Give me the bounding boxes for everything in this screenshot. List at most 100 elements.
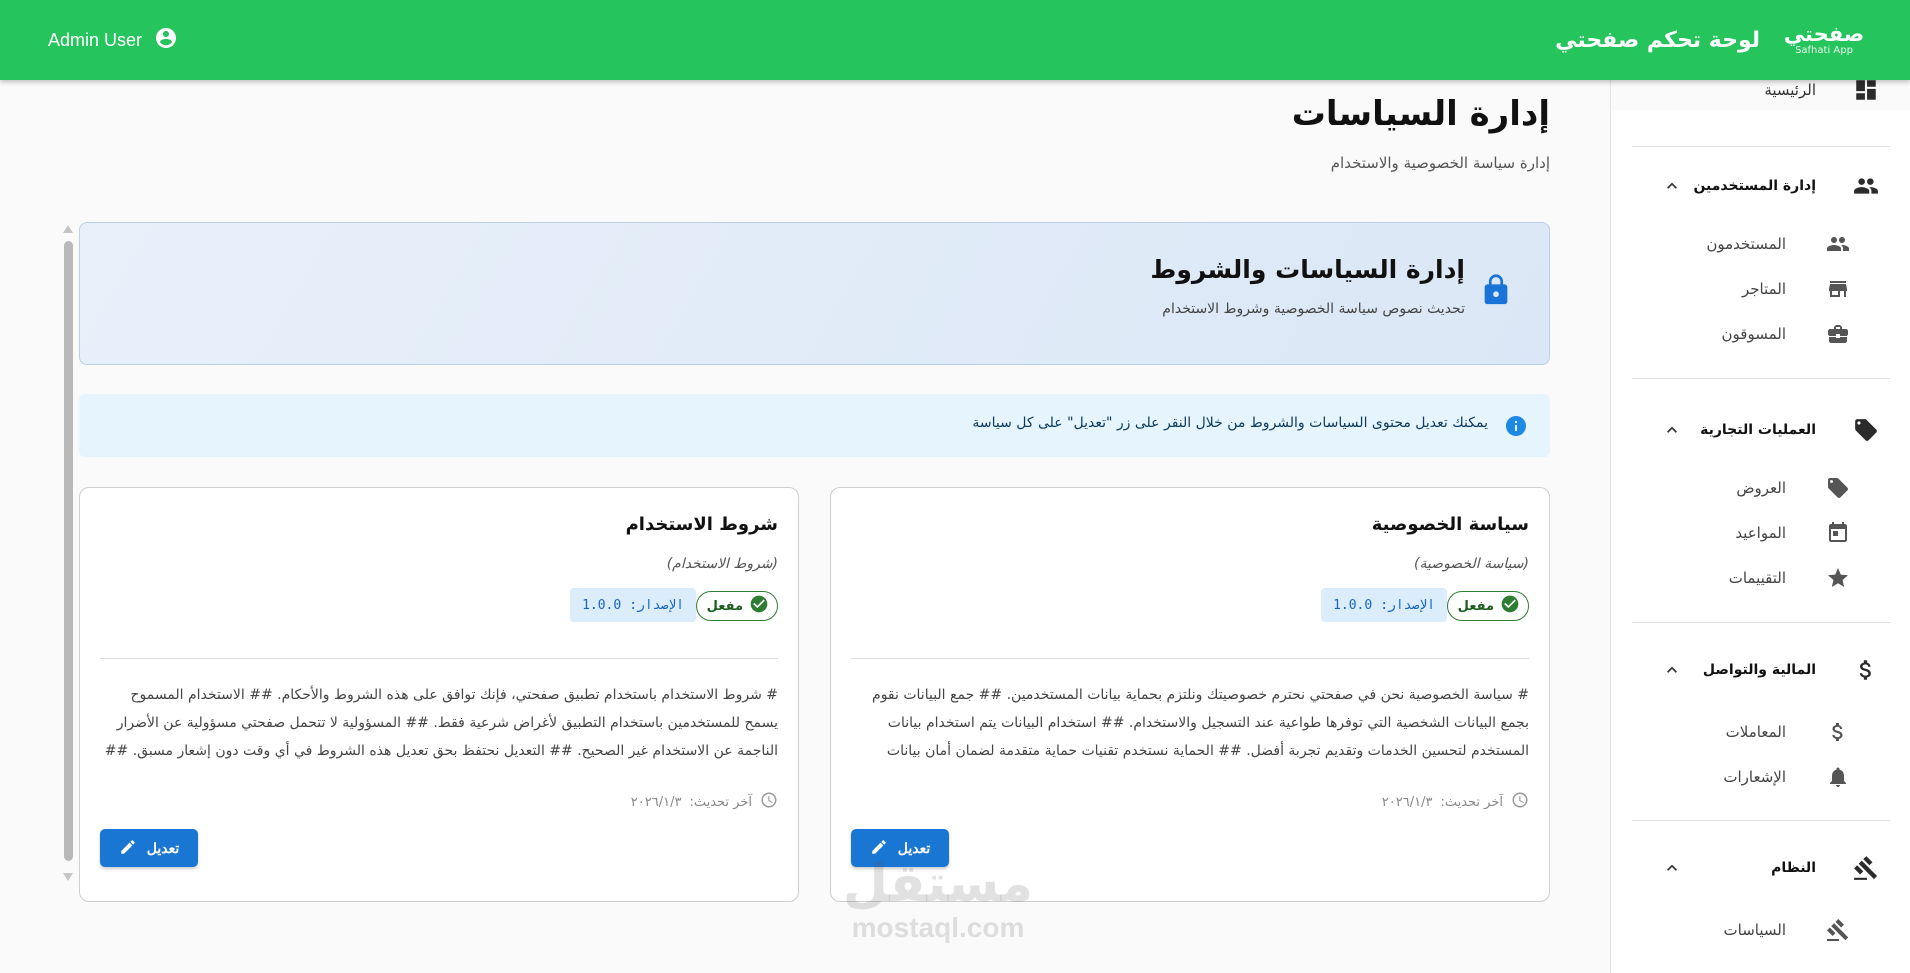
pencil-icon (119, 838, 137, 859)
sidebar-group-label: النظام (1771, 860, 1816, 876)
gavel-icon (1852, 854, 1880, 882)
sidebar-group-finance[interactable]: المالية والتواصل (1611, 650, 1910, 690)
version-badge: الإصدار: 1.0.0 (1321, 588, 1447, 622)
info-icon (1504, 414, 1528, 438)
policy-title: شروط الاستخدام (625, 514, 778, 535)
sidebar-group-label: العمليات التجارية (1700, 422, 1816, 438)
policy-title: سياسة الخصوصية (1371, 514, 1529, 535)
scrollbar[interactable] (60, 225, 76, 881)
policy-card-privacy: سياسة الخصوصية (سياسة الخصوصية) مفعل الإ… (830, 487, 1550, 902)
clock-icon (760, 791, 778, 813)
sidebar-group-users[interactable]: إدارة المستخدمين (1611, 166, 1910, 206)
version-label: الإصدار: (629, 597, 684, 613)
lock-icon (1479, 273, 1513, 307)
star-icon (1824, 564, 1852, 592)
scroll-down-arrow[interactable] (63, 873, 73, 881)
hero-description: تحديث نصوص سياسة الخصوصية وشروط الاستخدا… (1162, 301, 1465, 317)
gavel-icon (1824, 916, 1852, 944)
sidebar-divider (1632, 820, 1890, 821)
sidebar-item-notifications[interactable]: الإشعارات (1611, 759, 1910, 795)
version-label: الإصدار: (1380, 597, 1435, 613)
sidebar-item-appointments[interactable]: المواعيد (1611, 515, 1910, 551)
page-title: إدارة السياسات (1291, 94, 1550, 134)
chevron-up-icon[interactable] (1662, 176, 1682, 196)
dollar-icon (1852, 656, 1880, 684)
hero-title: إدارة السياسات والشروط (1150, 255, 1465, 284)
sidebar-item-label: الرئيسية (1764, 81, 1816, 99)
watermark-text-ar: مستقل (842, 854, 1034, 914)
clock-icon (1511, 791, 1529, 813)
last-updated-label: آخر تحديث: (689, 794, 752, 810)
check-circle-icon (749, 594, 769, 618)
info-alert: يمكنك تعديل محتوى السياسات والشروط من خل… (79, 394, 1550, 457)
sidebar-item-stores[interactable]: المتاجر (1611, 271, 1910, 307)
watermark-logo: مستقل mostaql.com (838, 855, 1038, 943)
scroll-up-arrow[interactable] (63, 225, 73, 233)
version-value: 1.0.0 (1333, 597, 1373, 613)
sidebar-group-label: إدارة المستخدمين (1693, 178, 1816, 194)
sidebar-item-label: المستخدمون (1706, 235, 1786, 253)
sidebar-item-label: السياسات (1723, 921, 1786, 939)
tag-icon (1852, 416, 1880, 444)
sidebar-divider (1632, 622, 1890, 623)
sidebar-item-policies[interactable]: السياسات (1611, 912, 1910, 948)
sidebar-group-label: المالية والتواصل (1702, 662, 1816, 678)
policy-card-terms: شروط الاستخدام (شروط الاستخدام) مفعل الإ… (79, 487, 799, 902)
scrollbar-thumb[interactable] (64, 241, 73, 861)
version-badge: الإصدار: 1.0.0 (570, 588, 696, 622)
policy-subtitle: (شروط الاستخدام) (666, 556, 778, 572)
user-menu[interactable]: Admin User (48, 26, 178, 55)
last-updated-label: آخر تحديث: (1440, 794, 1503, 810)
brand-logo-text: صفحتي (1783, 22, 1865, 46)
dollar-icon (1824, 718, 1852, 746)
policy-preview: # سياسة الخصوصية نحن في صفحتي نحترم خصوص… (872, 687, 1529, 759)
sidebar-item-marketers[interactable]: المسوقون (1611, 316, 1910, 352)
last-updated-date: ٢٠٢٦/١/٣ (630, 794, 682, 810)
sidebar: الرئيسية إدارة المستخدمين المستخدمون الم… (1610, 80, 1910, 973)
calendar-icon (1824, 519, 1852, 547)
sidebar-item-label: المسوقون (1721, 325, 1786, 343)
card-divider (851, 658, 1529, 659)
chevron-up-icon[interactable] (1662, 420, 1682, 440)
people-icon (1852, 172, 1880, 200)
status-badge: مفعل (695, 591, 778, 621)
card-divider (100, 658, 778, 659)
sidebar-divider (1632, 146, 1890, 147)
briefcase-icon (1824, 320, 1852, 348)
last-updated: آخر تحديث: ٢٠٢٦/١/٣ (1382, 791, 1529, 813)
sidebar-item-label: الإشعارات (1723, 768, 1786, 786)
watermark-text-en: mostaql.com (851, 912, 1025, 943)
sidebar-item-label: المعاملات (1725, 723, 1786, 741)
main-content: إدارة السياسات إدارة سياسة الخصوصية والا… (0, 80, 1610, 915)
policy-subtitle: (سياسة الخصوصية) (1413, 556, 1529, 572)
account-circle-icon (154, 26, 178, 55)
sidebar-item-home[interactable]: الرئيسية (1611, 80, 1910, 110)
status-badge: مفعل (1446, 591, 1529, 621)
store-icon (1824, 275, 1852, 303)
page-subtitle: إدارة سياسة الخصوصية والاستخدام (1330, 154, 1550, 172)
info-text: يمكنك تعديل محتوى السياسات والشروط من خل… (972, 415, 1488, 431)
bell-icon (1824, 763, 1852, 791)
sidebar-item-users[interactable]: المستخدمون (1611, 226, 1910, 262)
top-app-bar: Admin User صفحتي Safhati App لوحة تحكم ص… (0, 0, 1910, 80)
sidebar-item-offers[interactable]: العروض (1611, 470, 1910, 506)
dashboard-icon (1852, 80, 1880, 104)
last-updated-date: ٢٠٢٦/١/٣ (1381, 794, 1433, 810)
chevron-up-icon[interactable] (1662, 858, 1682, 878)
edit-button[interactable]: تعديل (100, 829, 198, 867)
status-text: مفعل (706, 598, 743, 614)
sidebar-item-reviews[interactable]: التقييمات (1611, 560, 1910, 596)
sidebar-item-label: المواعيد (1735, 524, 1786, 542)
sidebar-group-system[interactable]: النظام (1611, 848, 1910, 888)
last-updated: آخر تحديث: ٢٠٢٦/١/٣ (631, 791, 778, 813)
policies-header-card: إدارة السياسات والشروط تحديث نصوص سياسة … (79, 222, 1550, 365)
brand-logo: صفحتي Safhati App (1782, 20, 1866, 60)
status-text: مفعل (1457, 598, 1494, 614)
policy-preview: # شروط الاستخدام باستخدام تطبيق صفحتي، ف… (104, 687, 778, 759)
sidebar-item-label: التقييمات (1728, 569, 1786, 587)
chevron-up-icon[interactable] (1662, 660, 1682, 680)
sidebar-item-transactions[interactable]: المعاملات (1611, 714, 1910, 750)
sidebar-group-commerce[interactable]: العمليات التجارية (1611, 410, 1910, 450)
brand: صفحتي Safhati App لوحة تحكم صفحتي (1555, 20, 1866, 60)
people-icon (1824, 230, 1852, 258)
